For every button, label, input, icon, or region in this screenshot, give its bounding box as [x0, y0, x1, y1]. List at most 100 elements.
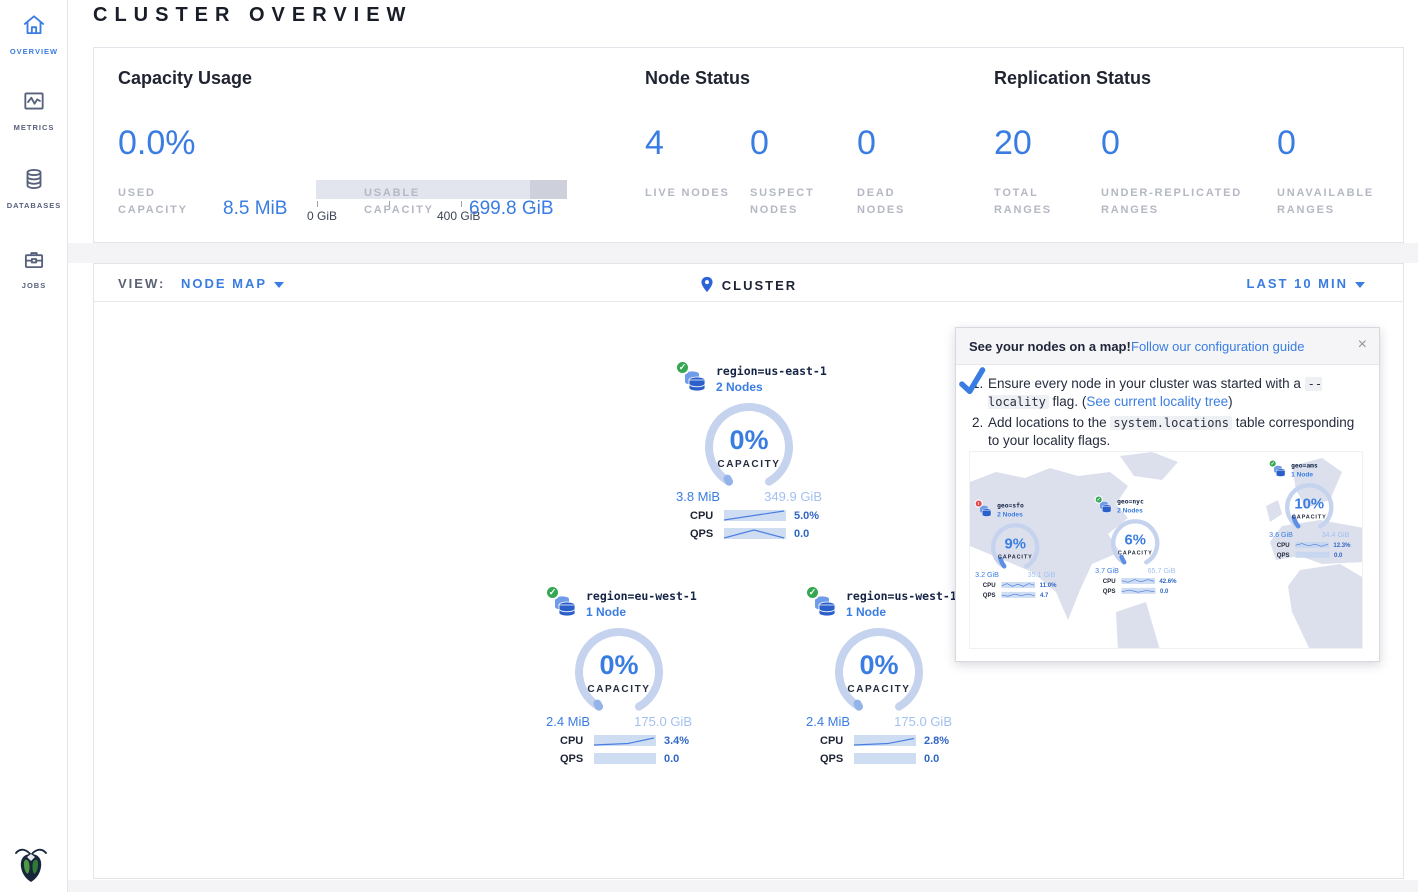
capacity-usage-title: Capacity Usage	[118, 68, 252, 89]
qps-value: 0.0	[794, 528, 809, 540]
cpu-sparkline	[594, 734, 656, 747]
live-nodes-count: 4	[645, 124, 664, 163]
close-icon[interactable]: ×	[1358, 336, 1367, 354]
sidebar-item-label: OVERVIEW	[0, 47, 68, 56]
cpu-value: 5.0%	[794, 510, 819, 522]
total-ranges-label: TOTAL RANGES	[994, 185, 1084, 219]
step-number: 2.	[972, 414, 988, 450]
capacity-percent: 0%	[674, 425, 824, 456]
cpu-label: CPU	[983, 582, 1002, 589]
cpu-sparkline	[724, 509, 786, 522]
sidebar-item-overview[interactable]: OVERVIEW	[0, 12, 68, 56]
capacity-label: CAPACITY	[674, 459, 824, 470]
locality-card-us-west-1[interactable]: ✓ region=us-west-1 1 Node 0% CAPACI	[804, 586, 954, 765]
home-icon	[21, 12, 47, 43]
locality-nodes-link[interactable]: 1 Node	[586, 605, 697, 619]
setup-step-1: 1. Ensure every node in your cluster was…	[972, 375, 1363, 411]
node-map-setup-popup: See your nodes on a map! Follow our conf…	[955, 327, 1380, 662]
healthy-check-icon: ✓	[1269, 459, 1277, 467]
metrics-icon	[21, 88, 47, 119]
qps-value: 0.0	[1334, 552, 1342, 559]
time-range-selector[interactable]: LAST 10 MIN	[1247, 276, 1365, 291]
capacity-percent: 0%	[804, 650, 954, 681]
node-map-preview-image: ! geo=sfo 2 Nodes 9% CAPACITY	[969, 451, 1363, 649]
usable-capacity-value: 699.8 GiB	[469, 198, 554, 220]
qps-label: QPS	[820, 753, 854, 765]
suspect-nodes-count: 0	[750, 124, 769, 163]
capacity-label: CAPACITY	[804, 684, 954, 695]
replication-status-title: Replication Status	[994, 68, 1151, 89]
page-title: CLUSTER OVERVIEW	[93, 4, 412, 27]
cpu-value: 11.0%	[1040, 582, 1057, 589]
total-ranges-count: 20	[994, 124, 1032, 163]
capacity-used-percent: 0.0%	[118, 124, 196, 163]
locality-name: region=us-east-1	[716, 364, 827, 378]
unavailable-ranges-count: 0	[1277, 124, 1296, 163]
locality-name: geo=ams	[1291, 462, 1318, 470]
cpu-label: CPU	[690, 510, 724, 522]
unavailable-ranges-label: UNAVAILABLE RANGES	[1277, 185, 1397, 219]
cpu-value: 42.6%	[1159, 578, 1176, 585]
usable-capacity-label: USABLE CAPACITY	[364, 185, 454, 219]
under-replicated-ranges-count: 0	[1101, 124, 1120, 163]
cpu-label: CPU	[1277, 542, 1295, 549]
popup-steps: 1. Ensure every node in your cluster was…	[956, 365, 1379, 450]
capacity-label: CAPACITY	[1094, 550, 1177, 556]
capacity-percent: 6%	[1094, 531, 1177, 548]
capacity-tick	[461, 201, 462, 207]
qps-value: 0.0	[664, 753, 679, 765]
qps-label: QPS	[983, 592, 1002, 599]
cpu-label: CPU	[820, 735, 854, 747]
configuration-guide-link[interactable]: Follow our configuration guide	[1131, 339, 1304, 354]
locality-nodes: 2 Nodes	[1117, 506, 1144, 514]
dead-nodes-count: 0	[857, 124, 876, 163]
popup-title: See your nodes on a map!	[969, 339, 1131, 354]
qps-value: 0.0	[924, 753, 939, 765]
capacity-used: 3.8 MiB	[676, 489, 720, 504]
popup-header: See your nodes on a map! Follow our conf…	[956, 328, 1379, 365]
healthy-check-icon: ✓	[675, 360, 690, 375]
mini-locality-card-sfo: ! geo=sfo 2 Nodes 9% CAPACITY	[974, 500, 1057, 598]
qps-label: QPS	[1103, 588, 1122, 595]
qps-sparkline	[724, 527, 786, 540]
locality-nodes-link[interactable]: 1 Node	[846, 605, 957, 619]
sidebar-item-label: JOBS	[0, 281, 68, 290]
locality-nodes-link[interactable]: 2 Nodes	[716, 380, 827, 394]
sidebar-item-label: METRICS	[0, 123, 68, 132]
breadcrumb[interactable]: CLUSTER	[94, 276, 1403, 296]
cluster-summary-panel: Capacity Usage 0.0% 0 GiB 400 GiB USED C…	[93, 47, 1404, 243]
locality-tree-link[interactable]: See current locality tree	[1086, 394, 1228, 409]
sidebar-item-databases[interactable]: DATABASES	[0, 166, 68, 210]
sidebar-item-metrics[interactable]: METRICS	[0, 88, 68, 132]
briefcase-icon	[21, 246, 47, 277]
capacity-percent: 10%	[1268, 495, 1351, 512]
capacity-total: 35.1 GiB	[1028, 570, 1056, 578]
capacity-used: 3.7 GiB	[1095, 566, 1119, 574]
capacity-used: 3.2 GiB	[975, 570, 999, 578]
qps-value: 0.0	[1160, 588, 1168, 595]
used-capacity-value: 8.5 MiB	[223, 198, 287, 220]
qps-label: QPS	[560, 753, 594, 765]
capacity-total: 175.0 GiB	[894, 714, 952, 729]
locality-card-eu-west-1[interactable]: ✓ region=eu-west-1 1 Node 0% CAPACI	[544, 586, 694, 765]
cockroachdb-logo	[12, 842, 50, 889]
node-status-title: Node Status	[645, 68, 750, 89]
cpu-value: 2.8%	[924, 735, 949, 747]
capacity-tick	[317, 201, 318, 207]
capacity-total: 349.9 GiB	[764, 489, 822, 504]
suspect-nodes-label: SUSPECT NODES	[750, 185, 840, 219]
chevron-down-icon	[1355, 282, 1365, 288]
dead-nodes-label: DEAD NODES	[857, 185, 947, 219]
capacity-total: 65.7 GiB	[1148, 566, 1176, 574]
view-bar: VIEW: NODE MAP CLUSTER LAST 10 MIN	[94, 264, 1403, 302]
map-pin-icon	[700, 276, 714, 296]
capacity-percent: 0%	[544, 650, 694, 681]
sidebar-item-jobs[interactable]: JOBS	[0, 246, 68, 290]
used-capacity-label: USED CAPACITY	[118, 185, 208, 219]
locality-card-us-east-1[interactable]: ✓ region=us-east-1 2 Nodes 0% CAPAC	[674, 361, 824, 540]
under-replicated-ranges-label: UNDER-REPLICATED RANGES	[1101, 185, 1266, 219]
warning-icon: !	[975, 499, 983, 507]
locality-name: geo=sfo	[997, 502, 1024, 510]
capacity-tick-label-start: 0 GiB	[307, 209, 337, 223]
separator-band	[68, 243, 1418, 263]
